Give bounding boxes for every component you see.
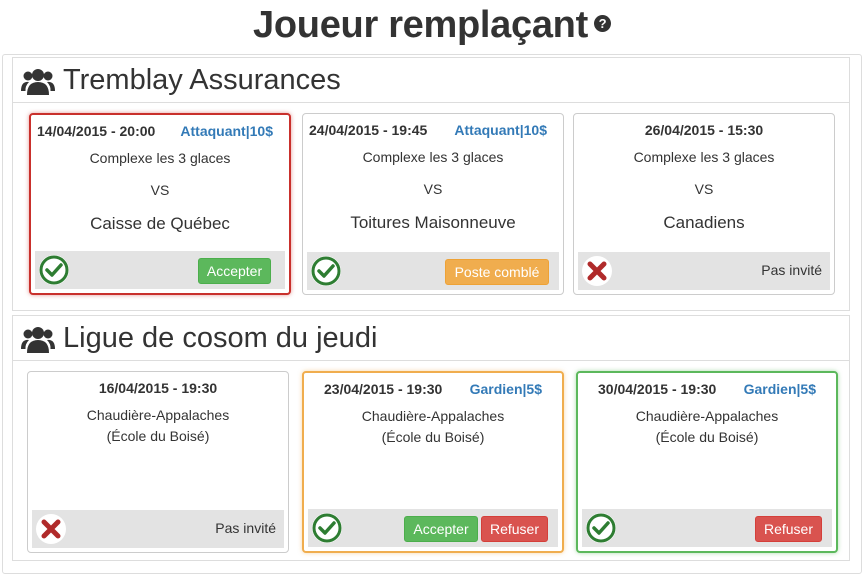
vs-label: VS [694,181,714,197]
card-footer: Poste comblé [307,252,559,290]
team-title: Tremblay Assurances [63,64,341,96]
game-date: 26/04/2015 - 15:30 [644,122,764,138]
card-footer: Refuser [582,509,832,547]
team-header-cosom: Ligue de cosom du jeudi [12,315,850,361]
team-title: Ligue de cosom du jeudi [63,322,378,354]
game-card: 30/04/2015 - 19:30 Gardien|5$ Chaudière-… [576,371,838,553]
game-date: 30/04/2015 - 19:30 [598,381,717,397]
accept-button[interactable]: Accepter [404,516,478,542]
not-invited-label: Pas invité [215,520,276,536]
help-icon[interactable]: ? [593,15,611,33]
game-card: 14/04/2015 - 20:00 Attaquant|10$ Complex… [29,113,291,295]
group-icon [21,327,55,353]
venue-line: (École du Boisé) [655,429,759,445]
venue-line: Chaudière-Appalaches [361,408,505,424]
group-icon [21,69,55,95]
refuse-button[interactable]: Refuser [481,516,548,542]
accept-button[interactable]: Accepter [198,258,271,284]
role-link[interactable]: Attaquant|10$ [454,122,547,138]
game-card: 26/04/2015 - 15:30 Complexe les 3 glaces… [573,113,835,295]
team-header-tremblay: Tremblay Assurances [12,57,850,103]
card-footer: Accepter [35,251,285,289]
venue: Complexe les 3 glaces [633,149,775,165]
venue: Complexe les 3 glaces [362,149,504,165]
page-title-text: Joueur remplaçant [253,4,588,46]
role-link[interactable]: Attaquant|10$ [180,123,273,139]
opponent: Caisse de Québec [90,214,230,233]
game-date: 24/04/2015 - 19:45 [309,122,428,138]
card-footer: Pas invité [578,252,830,290]
check-icon [311,256,341,286]
venue: Chaudière-Appalaches (École du Boisé) [28,405,288,447]
venue-line: (École du Boisé) [106,428,210,444]
opponent: Toitures Maisonneuve [350,213,516,232]
role-link[interactable]: Gardien|5$ [744,381,816,397]
game-card: 23/04/2015 - 19:30 Gardien|5$ Chaudière-… [302,371,564,553]
game-date: 14/04/2015 - 20:00 [37,123,156,139]
check-icon [586,513,616,543]
game-card: 24/04/2015 - 19:45 Attaquant|10$ Complex… [302,113,564,295]
team-games-cosom: 16/04/2015 - 19:30 Chaudière-Appalaches … [12,361,850,561]
role-link[interactable]: Gardien|5$ [470,381,542,397]
vs-label: VS [423,181,443,197]
game-date: 23/04/2015 - 19:30 [324,381,443,397]
check-icon [39,255,69,285]
venue: Complexe les 3 glaces [89,150,231,166]
venue: Chaudière-Appalaches (École du Boisé) [304,406,562,448]
card-footer: Accepter Refuser [308,509,558,547]
card-footer: Pas invité [32,510,284,548]
team-games-tremblay: 14/04/2015 - 20:00 Attaquant|10$ Complex… [12,103,850,311]
game-date: 16/04/2015 - 19:30 [98,380,218,396]
position-filled-button[interactable]: Poste comblé [445,259,549,285]
vs-label: VS [150,182,170,198]
venue-line: Chaudière-Appalaches [635,408,779,424]
page-title: Joueur remplaçant? [0,4,864,47]
game-card: 16/04/2015 - 19:30 Chaudière-Appalaches … [27,371,289,553]
venue-line: (École du Boisé) [381,429,485,445]
check-icon [312,513,342,543]
venue-line: Chaudière-Appalaches [86,407,230,423]
refuse-button[interactable]: Refuser [755,516,822,542]
x-icon [582,256,612,286]
x-icon [36,514,66,544]
venue: Chaudière-Appalaches (École du Boisé) [578,406,836,448]
not-invited-label: Pas invité [761,262,822,278]
opponent: Canadiens [663,213,745,232]
